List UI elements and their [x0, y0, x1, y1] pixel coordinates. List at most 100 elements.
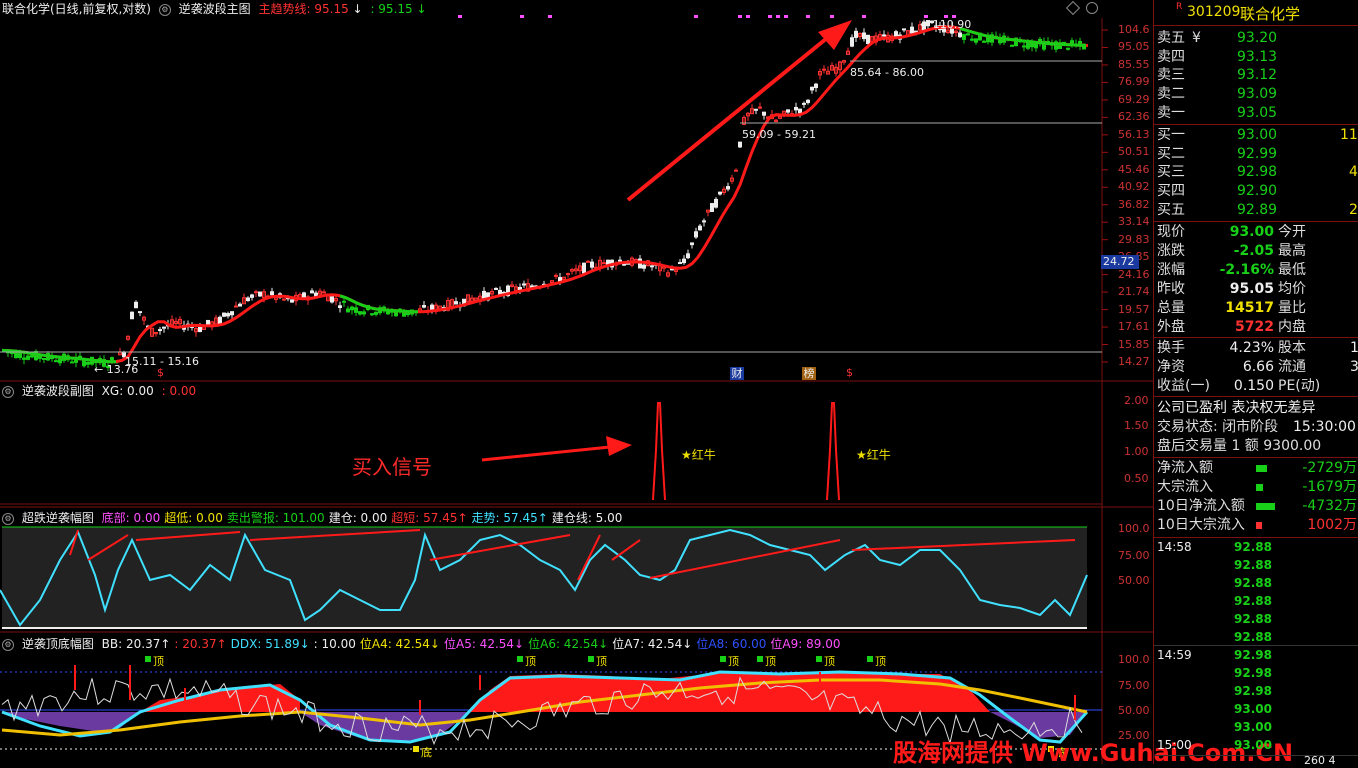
window-settings-icon[interactable] — [1086, 2, 1098, 14]
candle-body — [78, 355, 82, 358]
main-axis-label: 56.13 — [1118, 127, 1150, 141]
signal-arrow-line — [481, 445, 611, 462]
buy-level[interactable]: 买三 92.98 4 — [1154, 163, 1358, 181]
candle-body — [650, 265, 654, 268]
stat-label: 总量 — [1157, 300, 1185, 316]
sell-level-label: 卖五 — [1157, 30, 1185, 46]
sub3-axis-label: 75.00 — [1118, 679, 1150, 692]
sub1-settings-icon[interactable]: ⚙ — [2, 385, 14, 398]
stat2-label-right: 流通 — [1278, 359, 1306, 375]
flow-bar — [1256, 503, 1276, 510]
candle-body — [238, 303, 242, 307]
tick-price: 92.88 — [1234, 612, 1272, 626]
top-marker — [548, 15, 552, 18]
sub3-value: DDX: 51.89↓ — [230, 637, 310, 651]
main-axis-label: 33.14 — [1118, 215, 1150, 229]
sell-level[interactable]: 卖三 93.12 — [1154, 66, 1358, 84]
candle-body — [162, 326, 166, 329]
company-notice: 公司已盈利 表决权无差异 — [1157, 400, 1316, 416]
flow-bar — [1256, 484, 1264, 491]
buy-level[interactable]: 买四 92.90 — [1154, 182, 1358, 200]
main-indicator-name[interactable]: 逆袭波段主图 — [179, 2, 251, 16]
sub3-axis-label: 50.00 — [1118, 704, 1150, 717]
signal-mark-1: ★红牛 — [681, 448, 716, 462]
candle-body — [810, 86, 814, 91]
top-marker — [862, 15, 866, 18]
sub2-settings-icon[interactable]: ⚙ — [2, 512, 14, 525]
stat2-row: 净资 6.66 流通 3 — [1154, 358, 1358, 376]
market-badge: R — [1176, 2, 1183, 12]
main-trend-line — [1, 25, 1089, 364]
buy-level-price: 93.00 — [1237, 127, 1278, 143]
candle-body — [734, 169, 738, 172]
main-axis-label: 29.83 — [1118, 232, 1150, 246]
sub3-axis-label: 100.0 — [1118, 653, 1150, 666]
stat2-label-right: 股本 — [1278, 340, 1306, 356]
sell-level[interactable]: 卖五 ¥93.20 — [1154, 29, 1358, 47]
trend2-arrow: ↓ — [416, 2, 427, 16]
buy-level[interactable]: 买二 92.99 — [1154, 145, 1358, 163]
sub2-title[interactable]: 超跌逆袭幅图 — [22, 511, 94, 525]
candle-body — [310, 290, 314, 294]
top-marker — [738, 15, 742, 18]
sub3-purple-area — [300, 712, 470, 742]
sub2-value: 超短: 57.45↑ — [391, 511, 468, 525]
sell-level[interactable]: 卖一 93.05 — [1154, 104, 1358, 122]
candle-body — [582, 262, 586, 274]
settings-icon[interactable]: ⚙ — [158, 3, 171, 16]
event-marker-finance[interactable]: 财 — [730, 367, 744, 380]
candle-body — [686, 253, 690, 259]
top-marker-square — [588, 656, 594, 662]
candle-body — [1022, 45, 1026, 48]
candle-body — [566, 273, 570, 276]
candle-body — [110, 357, 114, 361]
candle-body — [762, 111, 766, 116]
event-marker-dividend-2[interactable]: $ — [846, 366, 853, 379]
candle-body — [758, 106, 762, 109]
sub3-title[interactable]: 逆袭顶底幅图 — [22, 637, 94, 651]
sell-level[interactable]: 卖二 93.09 — [1154, 85, 1358, 103]
sub1-xg: XG: 0.00 — [101, 384, 154, 398]
event-marker-list[interactable]: 榜 — [802, 367, 816, 380]
sub3-header: ⚙ 逆袭顶底幅图 BB: 20.37↑: 20.37↑ DDX: 51.89↓: … — [2, 636, 848, 652]
candle-body — [590, 261, 594, 268]
main-axis-label: 21.74 — [1118, 285, 1150, 299]
range-annotation-3: 85.64 - 86.00 — [850, 66, 924, 79]
signal-mark-2: ★红牛 — [856, 448, 891, 462]
sub1-title[interactable]: 逆袭波段副图 — [22, 384, 94, 398]
stat-label: 现价 — [1157, 224, 1185, 240]
flow-value: 1002万 — [1307, 517, 1357, 533]
top-marker-square — [517, 656, 523, 662]
sub1-axis-label: 1.00 — [1124, 445, 1149, 458]
candle-body — [966, 33, 970, 36]
sub2-value: 底部: 0.00 — [101, 511, 161, 525]
flow-label: 10日大宗流入 — [1157, 517, 1245, 533]
sell-level-price: 93.05 — [1237, 104, 1278, 121]
candle-body — [82, 359, 86, 367]
candle-body — [346, 308, 350, 313]
quote-header: R 301209 联合化学 — [1154, 2, 1358, 23]
buy-level[interactable]: 买一 93.00 11 — [1154, 126, 1358, 144]
sub2-value: 建仓线: 5.00 — [551, 511, 623, 525]
stat-row: 涨跌 -2.05 最高 — [1154, 242, 1358, 260]
candle-body — [866, 34, 870, 44]
buy-level[interactable]: 买五 92.89 2 — [1154, 201, 1358, 219]
top-mark: 顶 — [525, 655, 536, 668]
event-marker-dividend[interactable]: $ — [157, 366, 164, 379]
sub3-settings-icon[interactable]: ⚙ — [2, 638, 14, 651]
candle-body — [430, 304, 434, 311]
candle-body — [530, 285, 534, 288]
stat2-value-right: 1 — [1350, 340, 1358, 356]
top-marker — [806, 15, 810, 18]
candle-body — [358, 311, 362, 315]
candle-body — [134, 301, 138, 309]
top-marker — [746, 15, 750, 18]
after-hours: 盘后交易量 1 额 9300.00 — [1157, 438, 1322, 454]
sub2-value: 卖出警报: 101.00 — [226, 511, 325, 525]
candle-body — [794, 106, 798, 111]
top-marker-square — [816, 656, 822, 662]
candle-body — [70, 361, 74, 364]
sell-level[interactable]: 卖四 93.13 — [1154, 48, 1358, 66]
candle-body — [902, 28, 906, 31]
stock-title: 联合化学(日线,前复权,对数) — [2, 2, 151, 16]
